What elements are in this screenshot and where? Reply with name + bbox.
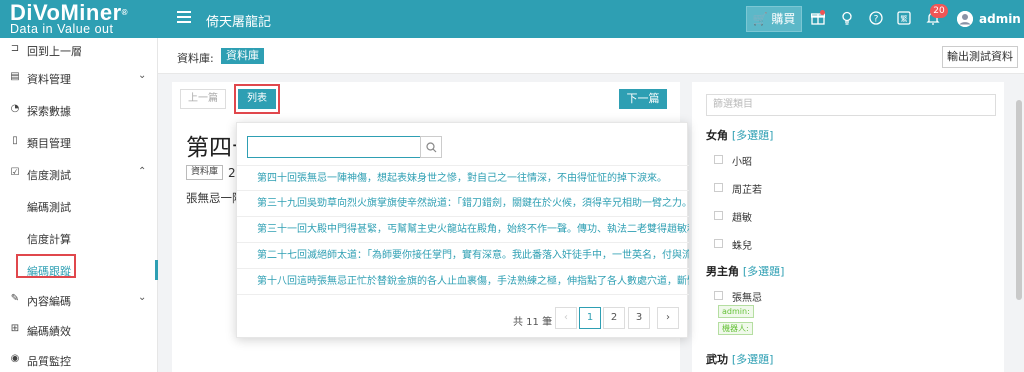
checkbox[interactable]	[714, 183, 723, 192]
chevron-up-icon: ⌃	[138, 166, 147, 177]
edit-icon: ✎	[10, 293, 20, 304]
category-panel: 篩選類目 女角 [多選題] 小昭 周芷若 趙敏 蛛兒 男主角 [多選題] 張無忌…	[692, 82, 1004, 372]
checkbox[interactable]	[714, 211, 723, 220]
martial-arts-group-title: 武功 [多選題]	[706, 351, 773, 367]
sidebar-item-label: 類目管理	[27, 137, 71, 150]
group-label: 女角	[706, 129, 728, 142]
checkbox[interactable]	[714, 155, 723, 164]
logo[interactable]: DiVoMiner® Data in Value out	[10, 2, 160, 37]
next-article-button[interactable]: 下一篇	[619, 89, 667, 109]
document-database-tag: 資料庫	[186, 165, 224, 180]
list-item[interactable]: 第二十七回滅絕師太道：「為師要你接任掌門，實有深意。我此番落入奸徒手中，一世英名…	[237, 243, 689, 269]
sidebar-item-label: 內容編碼	[27, 295, 71, 308]
multi-select-label: [多選題]	[731, 353, 774, 366]
help-icon[interactable]: ?	[868, 11, 884, 27]
female-lead-group-title: 女角 [多選題]	[706, 127, 773, 143]
sidebar-item-data-management[interactable]: ▤ 資料管理 ⌄	[0, 68, 158, 88]
article-list-popup: 第四十回張無忌一陣神傷，想起表妹身世之慘，對自己之一往情深，不由得怔怔的掉下淚來…	[236, 122, 689, 338]
checkbox[interactable]	[714, 239, 723, 248]
svg-text:?: ?	[874, 15, 879, 25]
checklist-icon: ☑	[10, 167, 20, 178]
sidebar-item-explore[interactable]: ◔ 探索數據	[0, 100, 158, 120]
sidebar-item-quality[interactable]: ◉ 品質監控	[0, 350, 158, 370]
sidebar-item-back[interactable]: ⊐ 回到上一層	[0, 40, 158, 60]
option-label: 小昭	[732, 157, 752, 168]
top-bar: DiVoMiner® Data in Value out 倚天屠龍記 🛒 購買 …	[0, 0, 1024, 38]
highlight-box	[234, 84, 280, 114]
multi-select-label: [多選題]	[731, 129, 774, 142]
list-item[interactable]: 第三十一回大殿中門得甚緊，丐幫幫主史火龍站在殿角，始終不作一聲。傳功、執法二老雙…	[237, 217, 689, 243]
search-icon	[426, 142, 437, 153]
table-icon: ⊞	[10, 323, 20, 334]
sidebar-item-label: 信度計算	[27, 233, 71, 246]
option-label: 趙敏	[732, 213, 752, 224]
sidebar-item-label: 資料管理	[27, 73, 71, 86]
scrollbar[interactable]	[1016, 100, 1022, 300]
document-icon: ▤	[10, 71, 20, 82]
pagination-total: 共 11 筆	[513, 317, 553, 328]
search-button[interactable]	[420, 136, 442, 158]
group-label: 武功	[706, 353, 728, 366]
sidebar-item-label: 回到上一層	[27, 45, 82, 58]
cart-icon: 🛒	[752, 12, 768, 26]
list-item[interactable]: 第十八回這時張無忌正忙於替銳金旗的各人止血裹傷，手法熟練之極，伸指點了各人數處穴…	[237, 269, 689, 295]
coder-tag-admin: admin:	[718, 305, 754, 318]
username[interactable]: admin	[979, 12, 1021, 26]
sidebar-item-label: 編碼測試	[27, 201, 71, 214]
menu-toggle-icon[interactable]	[177, 11, 191, 25]
group-label: 男主角	[706, 265, 739, 278]
buy-button[interactable]: 🛒 購買	[746, 6, 802, 32]
pagination-next-button[interactable]: ›	[657, 307, 679, 329]
back-icon: ⊐	[10, 43, 20, 54]
search-input[interactable]	[247, 136, 421, 158]
sidebar: ⊐ 回到上一層 ▤ 資料管理 ⌄ ◔ 探索數據 ▯ 類目管理 ☑ 信度測試 ⌃ …	[0, 38, 158, 372]
avatar[interactable]	[957, 11, 973, 27]
database-tag[interactable]: 資料庫	[221, 48, 264, 64]
pagination-prev-button[interactable]: ‹	[555, 307, 577, 329]
option-label: 周芷若	[732, 185, 762, 196]
sidebar-item-category-management[interactable]: ▯ 類目管理	[0, 132, 158, 152]
sidebar-item-content-coding[interactable]: ✎ 內容編碼 ⌄	[0, 290, 158, 310]
coder-tag-robot: 機器人:	[718, 322, 753, 335]
list-item[interactable]: 第三十九回吳勁草向烈火旗掌旗使辛然說道：「錯刀錯劍，關鍵在於火候，須得辛兄相助一…	[237, 191, 689, 217]
multi-select-label: [多選題]	[742, 265, 785, 278]
breadcrumb: 資料庫: 資料庫 輸出測試資料	[158, 38, 1024, 74]
svg-text:繁: 繁	[901, 14, 908, 23]
project-title: 倚天屠龍記	[206, 15, 272, 30]
sidebar-item-label: 信度測試	[27, 169, 71, 182]
sidebar-item-reliability-calc[interactable]: 信度計算	[0, 228, 158, 248]
breadcrumb-label: 資料庫:	[177, 52, 214, 65]
prev-article-button[interactable]: 上一篇	[180, 89, 226, 109]
sidebar-item-reliability-test[interactable]: ☑ 信度測試 ⌃	[0, 164, 158, 184]
notification-badge: 20	[930, 4, 948, 18]
sidebar-item-coding-test[interactable]: 編碼測試	[0, 196, 158, 216]
document-title: 第四十回張無忌	[186, 135, 240, 161]
document-body: 張無忌一陣	[186, 191, 238, 205]
chevron-down-icon: ⌄	[138, 292, 147, 303]
gift-dot	[820, 10, 825, 15]
dashboard-icon: ◔	[10, 103, 20, 114]
lightbulb-icon[interactable]	[839, 11, 855, 27]
option-label: 張無忌	[732, 293, 762, 304]
checkbox[interactable]	[714, 291, 723, 300]
pagination-page[interactable]: 1	[579, 307, 601, 329]
male-lead-group-title: 男主角 [多選題]	[706, 263, 784, 279]
buy-label: 購買	[771, 12, 796, 26]
sidebar-item-coding-performance[interactable]: ⊞ 編碼績效	[0, 320, 158, 340]
export-test-data-button[interactable]: 輸出測試資料	[942, 46, 1018, 68]
pagination-page[interactable]: 3	[628, 307, 650, 329]
list-item[interactable]: 第四十回張無忌一陣神傷，想起表妹身世之慘，對自己之一往情深，不由得怔怔的掉下淚來…	[237, 165, 689, 191]
sidebar-item-label: 探索數據	[27, 105, 71, 118]
option-label: 蛛兒	[732, 241, 752, 252]
logo-tagline: Data in Value out	[10, 22, 114, 36]
pagination-page[interactable]: 2	[603, 307, 625, 329]
chevron-down-icon: ⌄	[138, 70, 147, 81]
file-icon: ▯	[12, 135, 18, 146]
eye-icon: ◉	[10, 353, 20, 364]
translate-icon[interactable]: 繁	[896, 11, 912, 27]
category-filter-input[interactable]: 篩選類目	[706, 94, 996, 116]
highlight-box	[16, 254, 76, 278]
sidebar-item-label: 編碼績效	[27, 325, 71, 338]
sidebar-item-label: 品質監控	[27, 355, 71, 368]
